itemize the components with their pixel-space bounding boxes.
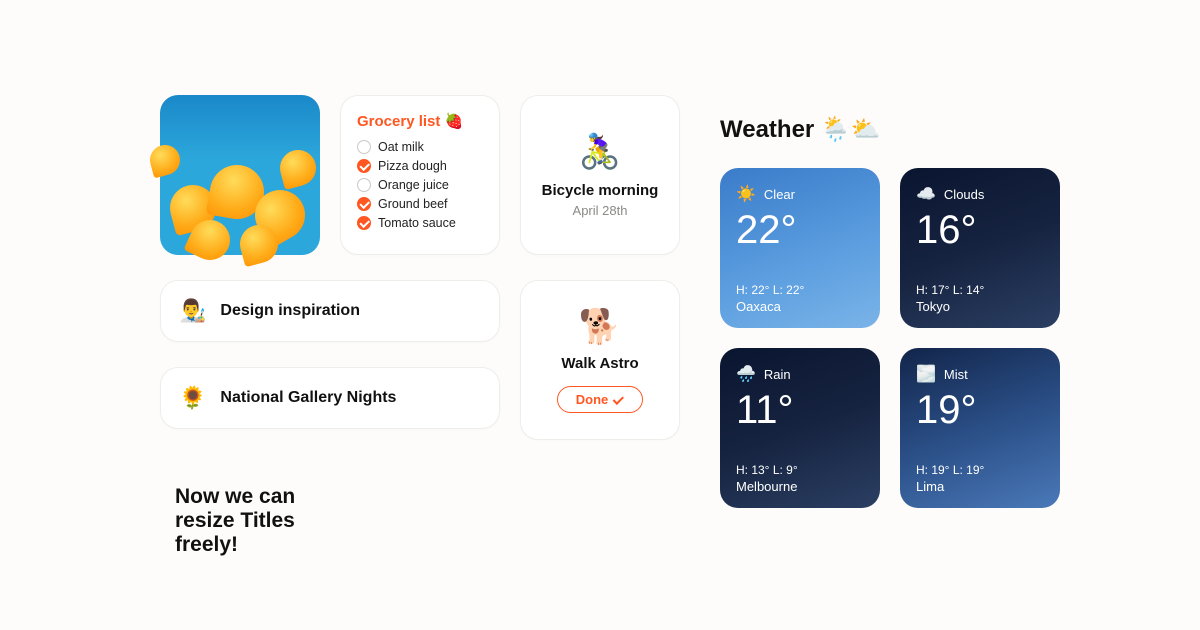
walk-astro-card[interactable]: 🐕 Walk Astro Done — [520, 280, 680, 440]
weather-high-low: H: 22° L: 22° — [736, 283, 864, 297]
row-label: Design inspiration — [220, 302, 360, 320]
checkbox-icon[interactable] — [357, 159, 371, 173]
dog-icon: 🐕 — [579, 307, 621, 347]
checkbox-icon[interactable] — [357, 216, 371, 230]
grocery-item-label: Ground beef — [378, 197, 448, 211]
grocery-item[interactable]: Pizza dough — [357, 159, 483, 173]
weather-card[interactable]: ☁️ Clouds 16° H: 17° L: 14° Tokyo — [900, 168, 1060, 328]
bicycle-icon: 🚴‍♀️ — [579, 132, 621, 172]
grocery-card[interactable]: Grocery list 🍓 Oat milk Pizza dough Orange… — [340, 95, 500, 255]
artist-icon: 👨‍🎨 — [179, 298, 206, 324]
weather-condition: Clouds — [944, 187, 984, 202]
weather-city: Tokyo — [916, 299, 1044, 314]
weather-icon: 🌫️ — [916, 364, 936, 384]
weather-icon: 🌧️ — [736, 364, 756, 384]
checkbox-icon[interactable] — [357, 178, 371, 192]
bicycle-title: Bicycle morning — [542, 182, 659, 199]
weather-city: Lima — [916, 479, 1044, 494]
done-button[interactable]: Done — [557, 386, 644, 413]
weather-card[interactable]: 🌫️ Mist 19° H: 19° L: 19° Lima — [900, 348, 1060, 508]
weather-high-low: H: 13° L: 9° — [736, 463, 864, 477]
check-icon — [613, 393, 624, 404]
astro-title: Walk Astro — [561, 355, 638, 372]
grocery-item-label: Pizza dough — [378, 159, 447, 173]
row-national-gallery[interactable]: 🌻 National Gallery Nights — [160, 367, 500, 429]
row-design-inspiration[interactable]: 👨‍🎨 Design inspiration — [160, 280, 500, 342]
grocery-item-label: Oat milk — [378, 140, 424, 154]
weather-city: Oaxaca — [736, 299, 864, 314]
sunflower-icon: 🌻 — [179, 385, 206, 411]
grocery-item[interactable]: Tomato sauce — [357, 216, 483, 230]
weather-card[interactable]: ☀️ Clear 22° H: 22° L: 22° Oaxaca — [720, 168, 880, 328]
caption-text: Now we can resize Titles freely! — [175, 485, 320, 557]
grocery-item-label: Tomato sauce — [378, 216, 456, 230]
grocery-item-label: Orange juice — [378, 178, 449, 192]
image-card[interactable] — [160, 95, 320, 255]
grocery-title: Grocery list 🍓 — [357, 112, 483, 130]
weather-temp: 19° — [916, 390, 1044, 430]
weather-city: Melbourne — [736, 479, 864, 494]
weather-high-low: H: 17° L: 14° — [916, 283, 1044, 297]
weather-icon: ☀️ — [736, 184, 756, 204]
weather-condition: Rain — [764, 367, 791, 382]
weather-temp: 11° — [736, 390, 864, 430]
weather-condition: Clear — [764, 187, 795, 202]
bicycle-card[interactable]: 🚴‍♀️ Bicycle morning April 28th — [520, 95, 680, 255]
weather-condition: Mist — [944, 367, 968, 382]
row-label: National Gallery Nights — [220, 389, 396, 407]
weather-card[interactable]: 🌧️ Rain 11° H: 13° L: 9° Melbourne — [720, 348, 880, 508]
weather-title: Weather 🌦️⛅ — [720, 115, 1060, 144]
grocery-item[interactable]: Oat milk — [357, 140, 483, 154]
checkbox-icon[interactable] — [357, 197, 371, 211]
grocery-item[interactable]: Ground beef — [357, 197, 483, 211]
weather-temp: 16° — [916, 210, 1044, 250]
weather-temp: 22° — [736, 210, 864, 250]
grocery-item[interactable]: Orange juice — [357, 178, 483, 192]
weather-high-low: H: 19° L: 19° — [916, 463, 1044, 477]
checkbox-icon[interactable] — [357, 140, 371, 154]
bicycle-date: April 28th — [573, 203, 628, 218]
weather-icon: ☁️ — [916, 184, 936, 204]
done-button-label: Done — [576, 392, 609, 407]
